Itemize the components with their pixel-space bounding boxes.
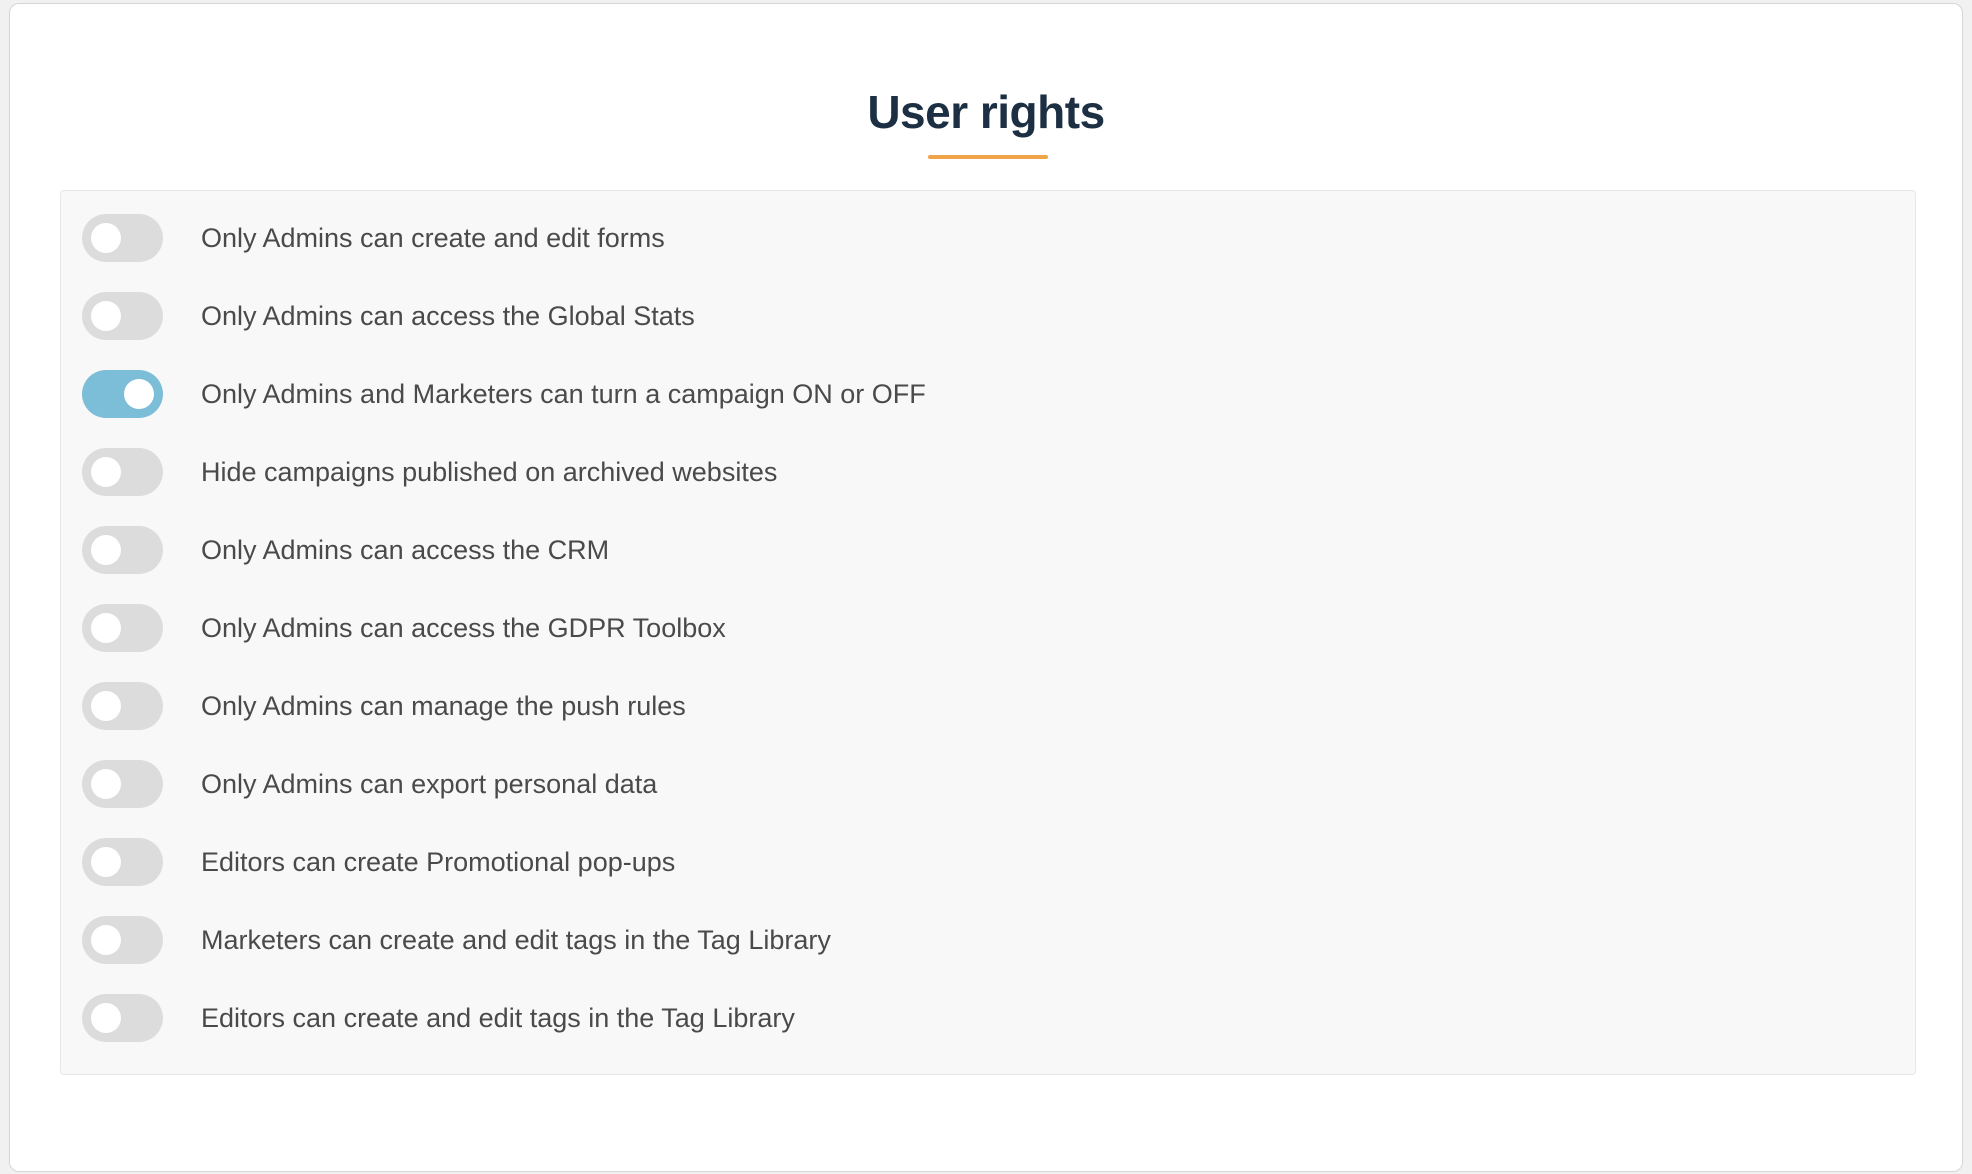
toggle-switch[interactable] bbox=[82, 292, 163, 340]
setting-row: Marketers can create and edit tags in th… bbox=[61, 901, 1915, 979]
setting-label: Editors can create Promotional pop-ups bbox=[201, 847, 676, 877]
setting-row: Only Admins can access the Global Stats bbox=[61, 277, 1915, 355]
user-rights-card: User rights Only Admins can create and e… bbox=[9, 3, 1963, 1172]
setting-label: Hide campaigns published on archived web… bbox=[201, 457, 778, 487]
toggle-switch[interactable] bbox=[82, 526, 163, 574]
setting-label: Only Admins can access the GDPR Toolbox bbox=[201, 613, 726, 643]
setting-label: Only Admins can manage the push rules bbox=[201, 691, 686, 721]
setting-label: Only Admins can export personal data bbox=[201, 769, 658, 799]
toggle-knob bbox=[91, 613, 121, 643]
setting-row: Only Admins can export personal data bbox=[61, 745, 1915, 823]
setting-label: Only Admins can access the CRM bbox=[201, 535, 610, 565]
toggle-switch[interactable] bbox=[82, 916, 163, 964]
toggle-knob bbox=[91, 769, 121, 799]
setting-row: Hide campaigns published on archived web… bbox=[61, 433, 1915, 511]
toggle-switch[interactable] bbox=[82, 370, 163, 418]
toggle-switch[interactable] bbox=[82, 838, 163, 886]
page-title: User rights bbox=[867, 86, 1105, 138]
toggle-knob bbox=[91, 301, 121, 331]
toggle-switch[interactable] bbox=[82, 448, 163, 496]
setting-label: Marketers can create and edit tags in th… bbox=[201, 925, 831, 955]
setting-row: Only Admins can create and edit forms bbox=[61, 199, 1915, 277]
toggle-knob bbox=[91, 1003, 121, 1033]
toggle-knob bbox=[91, 457, 121, 487]
setting-label: Editors can create and edit tags in the … bbox=[201, 1003, 795, 1033]
toggle-knob bbox=[91, 691, 121, 721]
setting-label: Only Admins can create and edit forms bbox=[201, 223, 665, 253]
toggle-knob bbox=[124, 379, 154, 409]
toggle-knob bbox=[91, 223, 121, 253]
setting-row: Only Admins can manage the push rules bbox=[61, 667, 1915, 745]
setting-label: Only Admins and Marketers can turn a cam… bbox=[201, 379, 926, 409]
toggle-knob bbox=[91, 847, 121, 877]
setting-row: Only Admins can access the CRM bbox=[61, 511, 1915, 589]
setting-row: Only Admins can access the GDPR Toolbox bbox=[61, 589, 1915, 667]
setting-label: Only Admins can access the Global Stats bbox=[201, 301, 695, 331]
settings-panel: Only Admins can create and edit forms On… bbox=[60, 190, 1916, 1075]
toggle-switch[interactable] bbox=[82, 214, 163, 262]
toggle-switch[interactable] bbox=[82, 682, 163, 730]
title-underline bbox=[928, 155, 1048, 159]
toggle-knob bbox=[91, 925, 121, 955]
toggle-switch[interactable] bbox=[82, 604, 163, 652]
toggle-switch[interactable] bbox=[82, 994, 163, 1042]
setting-row: Editors can create Promotional pop-ups bbox=[61, 823, 1915, 901]
setting-row: Only Admins and Marketers can turn a cam… bbox=[61, 355, 1915, 433]
toggle-switch[interactable] bbox=[82, 760, 163, 808]
toggle-knob bbox=[91, 535, 121, 565]
setting-row: Editors can create and edit tags in the … bbox=[61, 979, 1915, 1057]
